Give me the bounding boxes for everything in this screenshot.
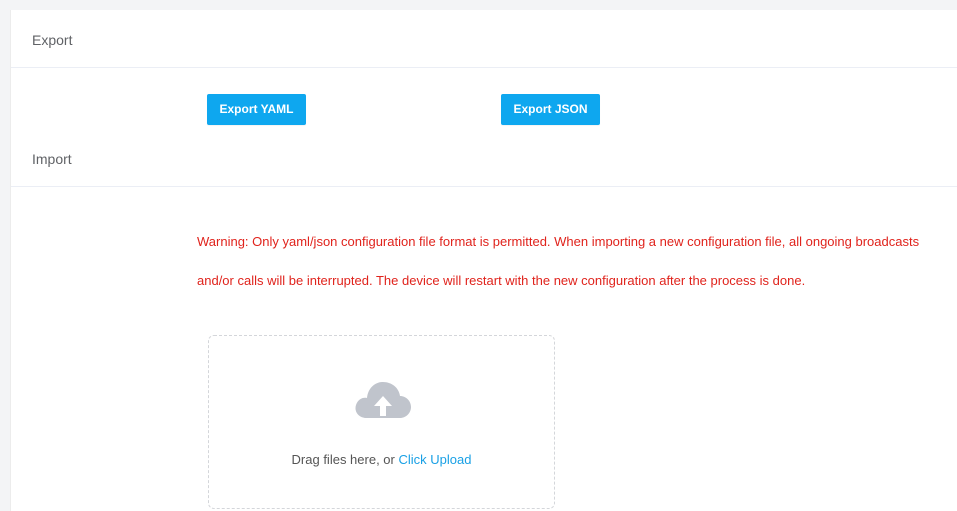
export-section-title: Export (32, 32, 73, 48)
import-warning-line-2: and/or calls will be interrupted. The de… (197, 273, 806, 288)
export-yaml-button[interactable]: Export YAML (207, 94, 306, 125)
import-divider (11, 186, 957, 187)
import-warning-line-1: Warning: Only yaml/json configuration fi… (197, 234, 920, 249)
export-json-button[interactable]: Export JSON (501, 94, 600, 125)
upload-prompt-text: Drag files here, or (291, 452, 399, 467)
upload-drop-zone[interactable]: Drag files here, or Click Upload (208, 335, 555, 509)
settings-panel: Export Export YAML Export JSON Import Wa… (10, 10, 957, 511)
upload-instructions: Drag files here, or Click Upload (209, 452, 554, 467)
cloud-upload-icon (353, 376, 413, 426)
export-divider (11, 67, 957, 68)
export-section-header: Export (11, 10, 957, 67)
import-section-header: Import (11, 140, 957, 186)
click-upload-link[interactable]: Click Upload (398, 452, 471, 467)
import-section-title: Import (32, 151, 72, 167)
